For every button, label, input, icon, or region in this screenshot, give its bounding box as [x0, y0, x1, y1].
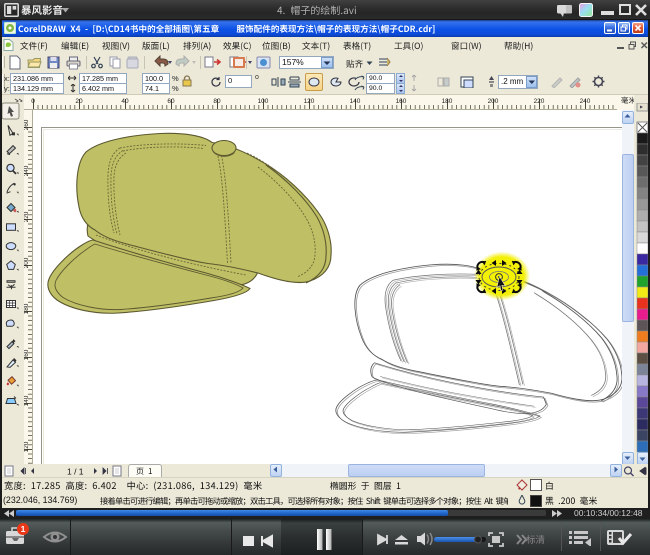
svg-text:160: 160 [24, 349, 30, 360]
svg-text:240: 240 [24, 165, 30, 176]
svg-text:60: 60 [167, 98, 175, 105]
svg-text:200: 200 [24, 257, 30, 268]
svg-text:260: 260 [24, 119, 30, 130]
svg-text:20: 20 [75, 98, 83, 105]
svg-text:240: 240 [580, 98, 591, 105]
svg-text:220: 220 [24, 211, 30, 222]
svg-text:0: 0 [31, 98, 35, 105]
svg-text:1: 1 [21, 524, 26, 534]
svg-text:80: 80 [213, 98, 221, 105]
svg-text:40: 40 [121, 98, 129, 105]
svg-text:200: 200 [488, 98, 499, 105]
svg-text:120: 120 [304, 98, 315, 105]
svg-text:1 / 1: 1 / 1 [67, 467, 84, 477]
svg-text:180: 180 [24, 303, 30, 314]
svg-text:140: 140 [24, 395, 30, 406]
svg-text:120: 120 [24, 441, 30, 452]
svg-text:220: 220 [534, 98, 545, 105]
svg-text:180: 180 [442, 98, 453, 105]
svg-text:140: 140 [350, 98, 361, 105]
svg-text:160: 160 [396, 98, 407, 105]
svg-text:100: 100 [258, 98, 269, 105]
